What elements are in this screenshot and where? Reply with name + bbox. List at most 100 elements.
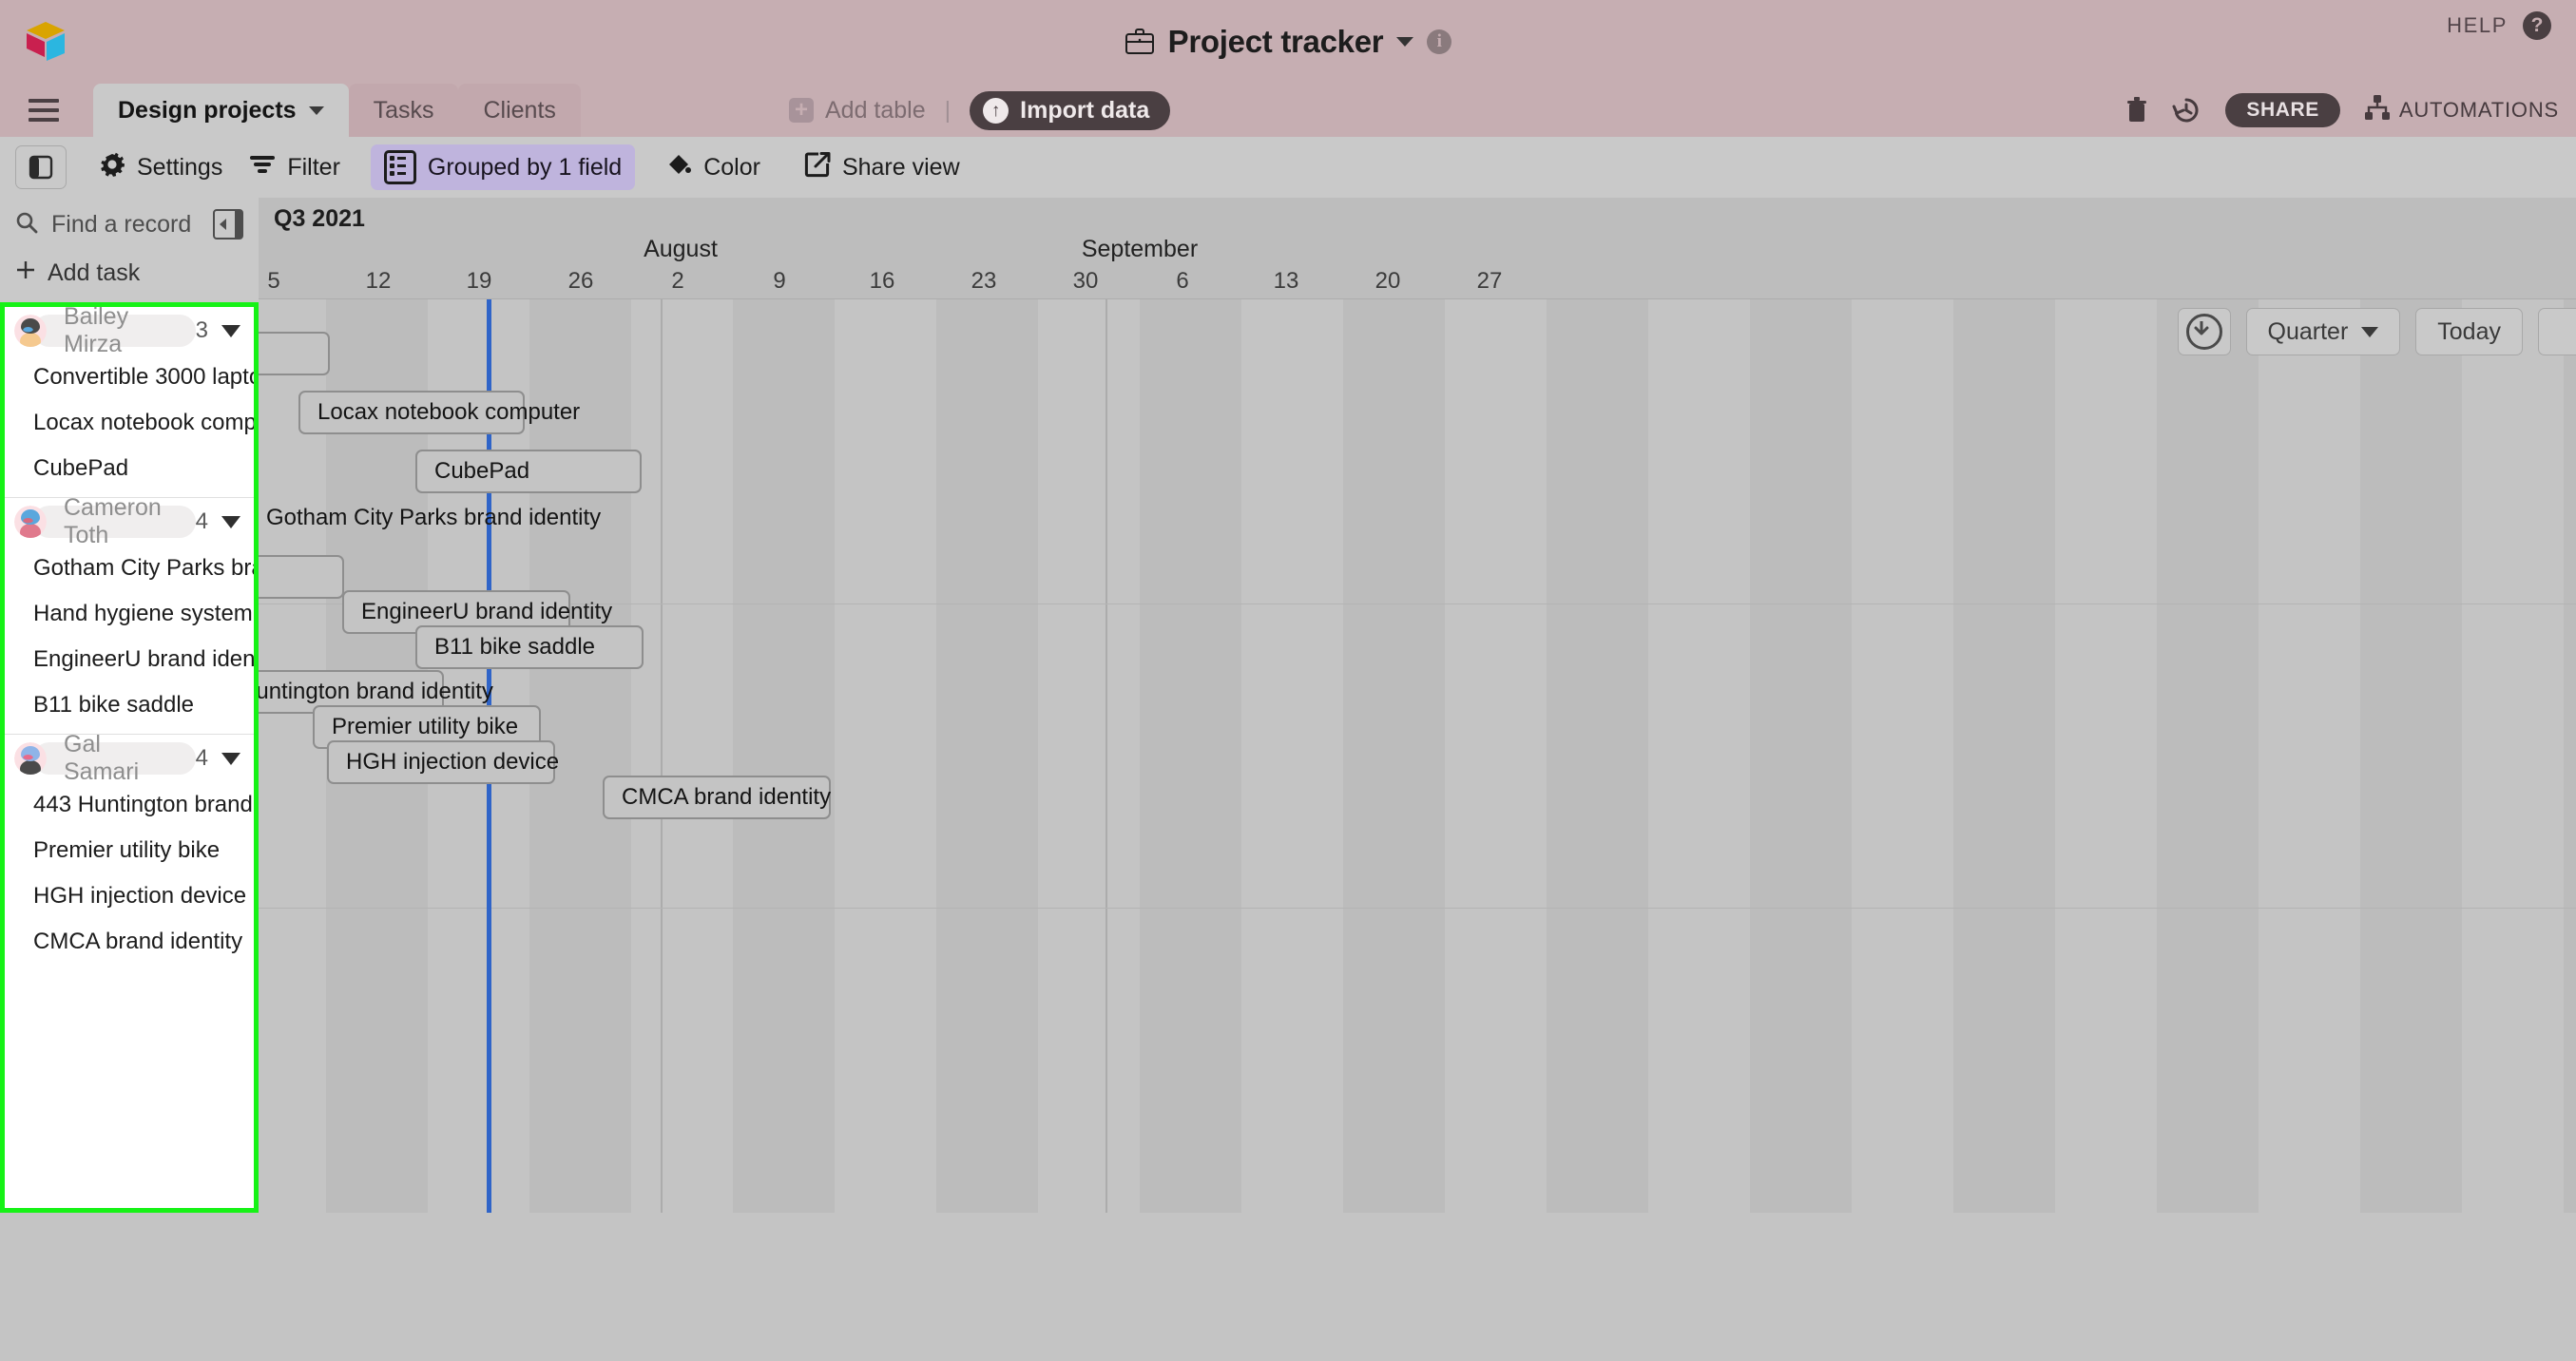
chevron-down-icon[interactable]	[221, 752, 240, 765]
date-tick: 23	[971, 268, 997, 294]
group-row-separator	[259, 908, 2576, 909]
chevron-down-icon[interactable]	[221, 515, 240, 528]
tab-clients[interactable]: Clients	[458, 84, 581, 137]
chevron-down-icon[interactable]	[308, 105, 324, 115]
info-icon[interactable]: i	[1427, 29, 1452, 54]
group-button[interactable]: Grouped by 1 field	[370, 144, 636, 190]
zoom-level-select[interactable]: Quarter	[2245, 308, 2401, 355]
group-label: Grouped by 1 field	[427, 153, 623, 181]
group-count: 4	[195, 745, 208, 771]
tab-design-projects[interactable]: Design projects	[93, 84, 349, 137]
hamburger-menu-icon[interactable]	[29, 99, 59, 122]
trash-icon[interactable]	[2126, 97, 2147, 124]
gantt-bar[interactable]: CubePad	[415, 450, 642, 493]
gantt-bar[interactable]: Gotham City Parks brand identity	[259, 496, 601, 540]
chevron-down-icon	[2361, 326, 2379, 337]
today-button[interactable]: Today	[2415, 308, 2523, 355]
airtable-gantt-app: Project tracker i HELP ? Design projects…	[0, 0, 2576, 1361]
list-item[interactable]: CubePad	[5, 446, 254, 491]
settings-button[interactable]: Settings	[86, 145, 236, 190]
group-header[interactable]: Bailey Mirza 3	[5, 307, 254, 357]
help-label[interactable]: HELP	[2447, 13, 2508, 38]
list-item[interactable]: EngineerU brand identity	[5, 637, 254, 682]
group-name-pill: Bailey Mirza	[33, 307, 196, 357]
zoom-level-label: Quarter	[2267, 317, 2349, 345]
group-list-icon	[383, 150, 416, 184]
group-name-label: Bailey Mirza	[64, 303, 129, 357]
list-item[interactable]: Locax notebook computer	[5, 400, 254, 446]
color-label: Color	[703, 153, 760, 181]
add-task-button[interactable]: Add task	[0, 251, 259, 295]
week-stripe	[1547, 299, 1648, 1213]
gantt-bar[interactable]: m	[259, 555, 344, 599]
filter-label: Filter	[287, 153, 340, 181]
paint-bucket-icon	[665, 151, 692, 184]
list-item[interactable]: CMCA brand identity	[5, 919, 254, 965]
chevron-down-icon[interactable]	[1396, 37, 1414, 47]
gantt-bar-label: Locax notebook computer	[317, 399, 581, 425]
page-title[interactable]: Project tracker	[1168, 24, 1384, 60]
gantt-bar-label: 3 Huntington brand identity	[259, 679, 493, 704]
gantt-bar-label: HGH injection device	[346, 749, 560, 775]
group-header[interactable]: Cameron Toth 4	[5, 494, 254, 548]
share-view-button[interactable]: Share view	[791, 145, 973, 190]
list-item[interactable]: HGH injection device	[5, 873, 254, 919]
plus-square-icon: +	[789, 98, 814, 123]
history-clock-icon[interactable]	[2172, 96, 2201, 125]
help-group[interactable]: HELP ?	[2447, 11, 2551, 40]
collapse-panel-icon[interactable]	[213, 209, 243, 240]
search-input[interactable]: Find a record	[51, 211, 200, 239]
gantt-bar[interactable]: CMCA brand identity	[603, 776, 831, 819]
filter-button[interactable]: Filter	[236, 148, 354, 187]
group-header[interactable]: Gal Samari 4	[5, 731, 254, 785]
gantt-bar[interactable]: op	[259, 332, 330, 375]
date-tick: 27	[1476, 268, 1503, 294]
gantt-chart: Q3 2021 August September 5 12 19 26 2 9 16 23 30…	[259, 198, 2576, 1213]
table-tabs: Design projects Tasks Clients	[93, 84, 581, 137]
group-count: 3	[195, 317, 208, 343]
search-record-row[interactable]: Find a record	[0, 198, 259, 251]
list-item[interactable]: 443 Huntington brand iden…	[5, 782, 254, 828]
color-button[interactable]: Color	[652, 145, 774, 190]
sidebar-toggle-icon[interactable]	[15, 145, 67, 189]
month-label-august: August	[644, 236, 718, 262]
week-stripe	[936, 299, 1038, 1213]
table-tab-bar: Design projects Tasks Clients + Add tabl…	[0, 84, 2576, 137]
list-item[interactable]: B11 bike saddle	[5, 682, 254, 728]
airtable-logo-icon[interactable]	[21, 15, 70, 65]
automations-button[interactable]: AUTOMATIONS	[2364, 95, 2559, 125]
date-tick: 30	[1072, 268, 1099, 294]
list-item[interactable]: Gotham City Parks brand id…	[5, 546, 254, 591]
add-table-button[interactable]: + Add table	[789, 97, 926, 125]
add-task-label: Add task	[48, 259, 141, 286]
week-stripe	[733, 299, 835, 1213]
avatar	[14, 315, 47, 347]
gantt-bar-label: Premier utility bike	[332, 714, 519, 739]
gantt-bar[interactable]: HGH injection device	[327, 740, 559, 784]
automations-label: AUTOMATIONS	[2398, 98, 2559, 122]
list-item[interactable]: Hand hygiene system	[5, 591, 254, 637]
record-sidebar: Find a record Add task Bailey Mirza 3 Conv…	[0, 198, 260, 1213]
group-name-label: Cameron Toth	[64, 494, 162, 548]
next-button[interactable]	[2538, 308, 2576, 355]
download-circle-icon	[2185, 314, 2222, 350]
date-tick: 9	[773, 268, 786, 294]
tab-tasks[interactable]: Tasks	[348, 84, 459, 137]
chevron-down-icon[interactable]	[221, 324, 240, 337]
list-item[interactable]: Premier utility bike	[5, 828, 254, 873]
tabbar-right-tools: SHARE AUTOMATIONS	[2126, 84, 2559, 137]
import-data-button[interactable]: ↑ Import data	[970, 90, 1171, 130]
download-button[interactable]	[2177, 308, 2231, 355]
avatar	[14, 742, 47, 775]
search-icon	[15, 211, 38, 239]
gantt-body: op Locax notebook computer CubePad Gotham C…	[259, 299, 2576, 1213]
gantt-bar[interactable]: Locax notebook computer	[298, 391, 580, 434]
list-item[interactable]: Convertible 3000 laptop	[5, 355, 254, 400]
gantt-bar[interactable]: B11 bike saddle	[415, 625, 644, 669]
view-toolbar: Gantt Settings	[0, 137, 2576, 1361]
share-button[interactable]: SHARE	[2225, 93, 2340, 127]
month-boundary-line	[1105, 299, 1107, 1213]
help-question-icon[interactable]: ?	[2523, 11, 2551, 40]
quarter-label: Q3 2021	[274, 205, 365, 232]
plus-icon	[15, 259, 36, 287]
